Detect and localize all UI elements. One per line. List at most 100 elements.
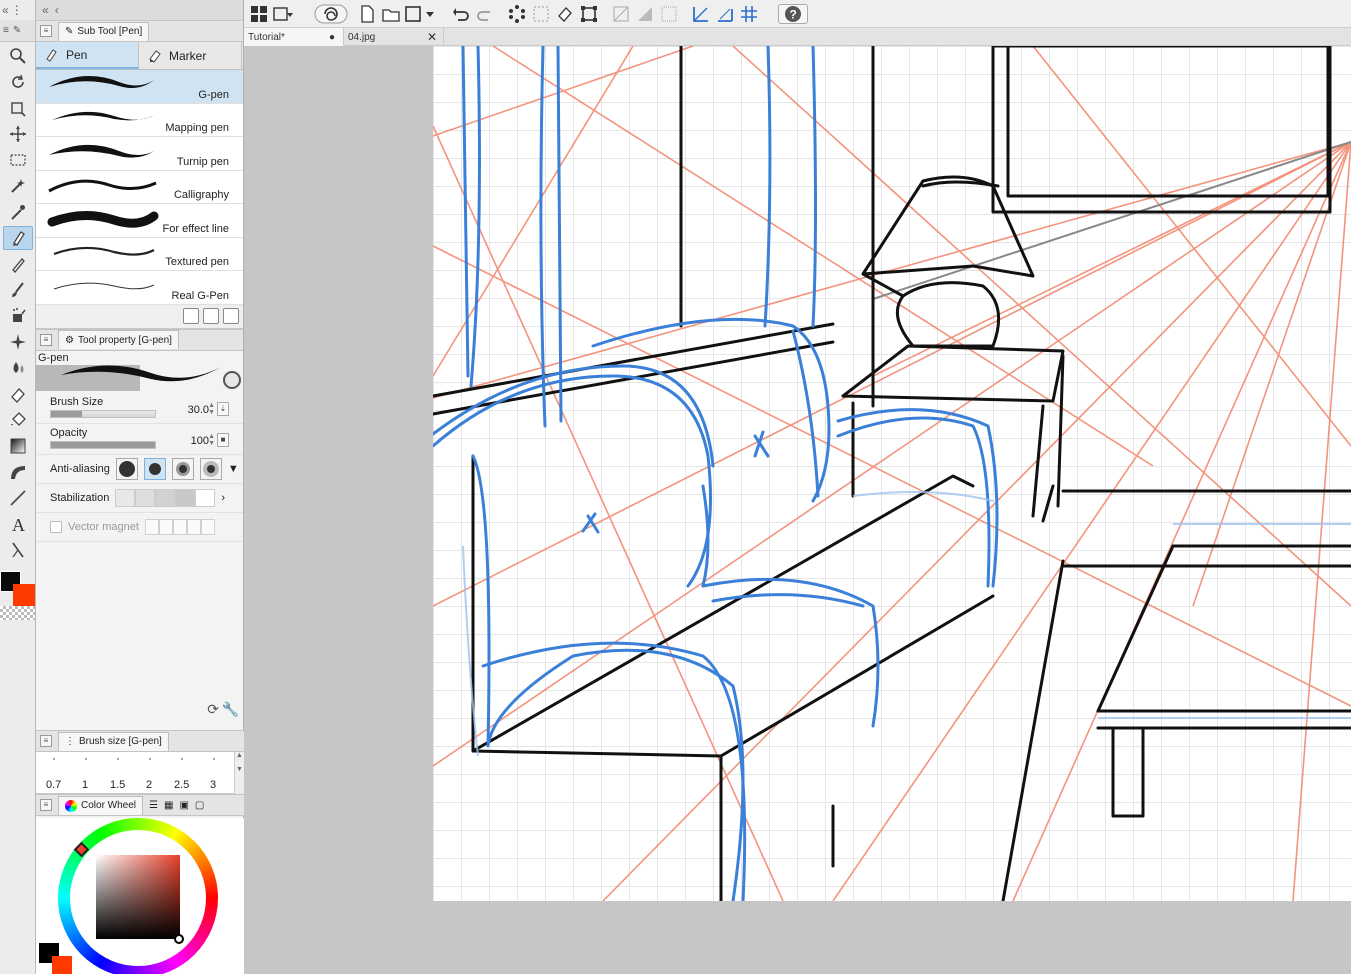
brush-tool-button[interactable] — [3, 278, 33, 302]
intermediate-color-tab-icon[interactable]: ▣ — [179, 800, 188, 811]
pen-tool-button[interactable] — [3, 226, 33, 250]
figure-tool-button[interactable] — [3, 460, 33, 484]
brush-item-calligraphy[interactable]: Calligraphy — [36, 171, 243, 204]
open-file-button[interactable] — [380, 4, 402, 24]
clear-button[interactable] — [554, 4, 576, 24]
approximate-color-tab-icon[interactable]: ▢ — [195, 800, 204, 811]
aa-none-button[interactable] — [115, 457, 138, 480]
loading-button[interactable] — [506, 4, 528, 24]
fill-tool-button[interactable] — [3, 408, 33, 432]
zoom-preview-icon[interactable] — [223, 370, 241, 389]
tone-button[interactable] — [634, 4, 656, 24]
brush-item-mapping-pen[interactable]: Mapping pen — [36, 104, 243, 137]
object-tool-button[interactable] — [3, 96, 33, 120]
rotate-tool-button[interactable] — [3, 70, 33, 94]
brush-size-panel-tab[interactable]: ⋮ Brush size [G-pen] — [58, 731, 169, 751]
vector-magnet-step[interactable] — [186, 518, 201, 535]
new-subtool-icon[interactable] — [203, 308, 219, 324]
settings-spinner-icon[interactable]: ⟳ — [207, 701, 219, 718]
selection-tool-button[interactable] — [3, 148, 33, 172]
stabilization-step[interactable] — [155, 488, 176, 507]
collapse-panels-icon[interactable]: « — [42, 3, 49, 17]
line-tool-button[interactable] — [3, 486, 33, 510]
transform-button[interactable] — [578, 4, 600, 24]
size-option[interactable]: 3 — [210, 779, 216, 791]
aa-medium-button[interactable] — [171, 457, 194, 480]
zoom-tool-button[interactable] — [3, 44, 33, 68]
brush-item-g-pen[interactable]: G-pen — [36, 70, 243, 104]
help-button[interactable]: ? — [778, 4, 808, 24]
size-option[interactable]: 1.5 — [110, 779, 125, 791]
blend-tool-button[interactable] — [3, 356, 33, 380]
panel-menu-icon[interactable]: ≡ — [40, 333, 52, 346]
new-file-button[interactable] — [356, 4, 378, 24]
stabilization-step[interactable] — [175, 488, 196, 507]
correct-line-tool-button[interactable] — [3, 538, 33, 562]
copy-subtool-icon[interactable] — [183, 308, 199, 324]
menu-icon[interactable]: ≡ — [3, 25, 9, 36]
stabilization-scale[interactable] — [115, 488, 216, 507]
stabilization-step[interactable] — [135, 488, 156, 507]
gradient-tool-button[interactable] — [3, 434, 33, 458]
brush-size-scrollbar[interactable]: ▲ ▼ — [234, 752, 244, 794]
snap-to-special-ruler-button[interactable] — [714, 4, 736, 24]
size-option[interactable]: 1 — [82, 779, 88, 791]
collapse-left-icon[interactable]: « — [2, 3, 9, 17]
stabilization-step[interactable] — [195, 488, 216, 507]
eraser-tool-button[interactable] — [3, 382, 33, 406]
size-option[interactable]: 2.5 — [174, 779, 189, 791]
subtool-panel-tab[interactable]: ✎ Sub Tool [Pen] — [58, 21, 150, 41]
brush-item-textured-pen[interactable]: Textured pen — [36, 238, 243, 271]
vector-magnet-checkbox[interactable] — [50, 520, 62, 533]
vector-magnet-scale[interactable] — [144, 518, 215, 535]
vector-magnet-step[interactable] — [172, 518, 187, 535]
text-tool-button[interactable]: A — [3, 512, 33, 536]
spin-icon[interactable]: ▲ ▼ — [208, 402, 215, 416]
ruler-hide-button[interactable] — [610, 4, 632, 24]
color-picker-handle[interactable] — [174, 934, 184, 944]
trash-icon[interactable] — [223, 308, 239, 324]
panel-menu-icon[interactable]: ≡ — [40, 799, 52, 811]
pressure-settings-icon[interactable]: ⇣ — [217, 401, 229, 416]
aa-weak-button[interactable] — [143, 457, 166, 480]
close-icon[interactable]: ✕ — [427, 30, 437, 44]
panel-menu-icon[interactable]: ≡ — [40, 25, 52, 37]
undo-button[interactable] — [450, 4, 472, 24]
tool-property-tab[interactable]: ⚙ Tool property [G-pen] — [58, 330, 179, 349]
vector-magnet-step[interactable] — [144, 518, 159, 535]
stabilization-step[interactable] — [115, 488, 136, 507]
select-all-button[interactable] — [530, 4, 552, 24]
saturation-value-square[interactable] — [96, 855, 180, 939]
snap-to-ruler-button[interactable] — [690, 4, 712, 24]
color-wheel-tab[interactable]: Color Wheel — [58, 795, 144, 815]
brush-size-slider[interactable] — [50, 409, 156, 418]
save-menu-button[interactable] — [404, 4, 436, 24]
brush-size-value[interactable]: 30.0 — [188, 404, 209, 416]
subtool-group-marker[interactable]: Marker — [139, 42, 242, 69]
document-tab[interactable]: 04.jpg ✕ — [344, 28, 444, 46]
document-tab[interactable]: Tutorial* ● — [244, 28, 344, 46]
snap-to-grid-button[interactable] — [738, 4, 760, 24]
color-set-tab-icon[interactable]: ▦ — [164, 800, 173, 811]
move-tool-button[interactable] — [3, 122, 33, 146]
clip-studio-button[interactable] — [314, 4, 348, 24]
panel-menu-icon[interactable]: ≡ — [40, 735, 52, 747]
pencil-tool-button[interactable] — [3, 252, 33, 276]
color-slider-tab-icon[interactable]: ☰ — [149, 800, 158, 811]
size-option[interactable]: 2 — [146, 779, 152, 791]
transparent-color-swatch[interactable] — [0, 606, 35, 620]
vector-magnet-step[interactable] — [158, 518, 173, 535]
airbrush-tool-button[interactable] — [3, 304, 33, 328]
subtool-group-pen[interactable]: Pen — [36, 42, 139, 69]
chevron-left-icon[interactable]: ‹ — [55, 3, 59, 17]
brush-item-real-g-pen[interactable]: Real G-Pen — [36, 271, 243, 305]
drawing-canvas[interactable] — [433, 46, 1351, 901]
sub-color-swatch[interactable] — [13, 584, 35, 606]
brush-item-effect-line[interactable]: For effect line — [36, 204, 243, 238]
chevron-right-icon[interactable]: › — [221, 492, 225, 504]
brush-item-turnip-pen[interactable]: Turnip pen — [36, 137, 243, 171]
aa-strong-button[interactable] — [199, 457, 222, 480]
new-layout-button[interactable] — [248, 4, 270, 24]
chevron-down-icon[interactable]: ▼ — [228, 463, 239, 475]
sub-color-swatch[interactable] — [52, 956, 72, 974]
